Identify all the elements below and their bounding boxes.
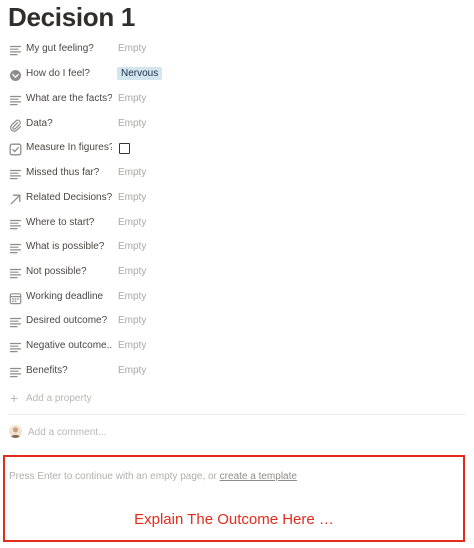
- relation-arrow-icon: [9, 193, 22, 206]
- text-lines-icon: [9, 218, 22, 231]
- property-row[interactable]: Related Decisions? Empty: [0, 188, 474, 212]
- paperclip-icon: [9, 119, 22, 132]
- avatar: [9, 425, 22, 438]
- property-value[interactable]: Empty: [118, 192, 146, 203]
- property-value[interactable]: Empty: [118, 217, 146, 228]
- page-title[interactable]: Decision 1: [8, 2, 135, 33]
- property-value[interactable]: Empty: [118, 315, 146, 326]
- property-value[interactable]: Empty: [118, 241, 146, 252]
- property-value[interactable]: Empty: [118, 167, 146, 178]
- property-label: Measure In figures?: [26, 142, 112, 153]
- property-row[interactable]: Not possible? Empty: [0, 262, 474, 286]
- property-value[interactable]: Empty: [118, 43, 146, 54]
- property-label: Where to start?: [26, 217, 95, 228]
- property-value[interactable]: Empty: [118, 365, 146, 376]
- property-value[interactable]: Empty: [118, 291, 146, 302]
- property-label: Data?: [26, 118, 53, 129]
- divider: [8, 414, 466, 415]
- text-lines-icon: [9, 242, 22, 255]
- text-lines-icon: [9, 366, 22, 379]
- text-lines-icon: [9, 341, 22, 354]
- property-row[interactable]: What is possible? Empty: [0, 237, 474, 261]
- property-row[interactable]: Missed thus far? Empty: [0, 163, 474, 187]
- property-label: Working deadline: [26, 291, 104, 302]
- comment-input[interactable]: Add a comment...: [0, 422, 300, 442]
- property-label: Missed thus far?: [26, 167, 100, 178]
- add-property-button[interactable]: + Add a property: [0, 389, 200, 409]
- comment-placeholder: Add a comment...: [28, 427, 107, 438]
- text-lines-icon: [9, 168, 22, 181]
- property-label: Related Decisions?: [26, 192, 112, 203]
- hint-text: Press Enter to continue with an empty pa…: [9, 471, 220, 482]
- property-row[interactable]: Data? Empty: [0, 114, 474, 138]
- text-lines-icon: [9, 94, 22, 107]
- property-row[interactable]: Desired outcome? Empty: [0, 311, 474, 335]
- property-row[interactable]: Benefits? Empty: [0, 361, 474, 385]
- page-body-annotation-box: Press Enter to continue with an empty pa…: [3, 455, 465, 542]
- property-checkbox[interactable]: [119, 143, 130, 154]
- plus-icon: +: [10, 390, 19, 406]
- property-label: Desired outcome?: [26, 315, 108, 326]
- calendar-icon: [9, 292, 22, 305]
- property-row[interactable]: Where to start? Empty: [0, 213, 474, 237]
- empty-page-hint: Press Enter to continue with an empty pa…: [9, 471, 297, 482]
- property-row[interactable]: What are the facts? Empty: [0, 89, 474, 113]
- select-tag[interactable]: Nervous: [117, 67, 163, 80]
- property-row[interactable]: Working deadline Empty: [0, 287, 474, 311]
- property-label: What are the facts?: [26, 93, 112, 104]
- property-value[interactable]: Empty: [118, 118, 146, 129]
- property-value[interactable]: Empty: [118, 340, 146, 351]
- select-circle-icon: [9, 69, 22, 82]
- property-label: My gut feeling?: [26, 43, 94, 54]
- property-row[interactable]: Measure In figures?: [0, 138, 474, 162]
- property-label: How do I feel?: [26, 68, 90, 79]
- property-row[interactable]: Negative outcome... Empty: [0, 336, 474, 360]
- property-value[interactable]: Empty: [118, 266, 146, 277]
- checkbox-icon: [9, 143, 22, 156]
- property-value[interactable]: Empty: [118, 93, 146, 104]
- property-label: Negative outcome...: [26, 340, 112, 351]
- property-label: Not possible?: [26, 266, 87, 277]
- text-lines-icon: [9, 316, 22, 329]
- create-template-link[interactable]: create a template: [220, 471, 297, 482]
- property-row[interactable]: How do I feel? Nervous: [0, 64, 474, 88]
- property-label: Benefits?: [26, 365, 68, 376]
- text-lines-icon: [9, 44, 22, 57]
- text-lines-icon: [9, 267, 22, 280]
- outcome-annotation: Explain The Outcome Here …: [134, 511, 334, 528]
- add-property-label: Add a property: [26, 393, 92, 404]
- property-row[interactable]: My gut feeling? Empty: [0, 39, 474, 63]
- property-label: What is possible?: [26, 241, 105, 252]
